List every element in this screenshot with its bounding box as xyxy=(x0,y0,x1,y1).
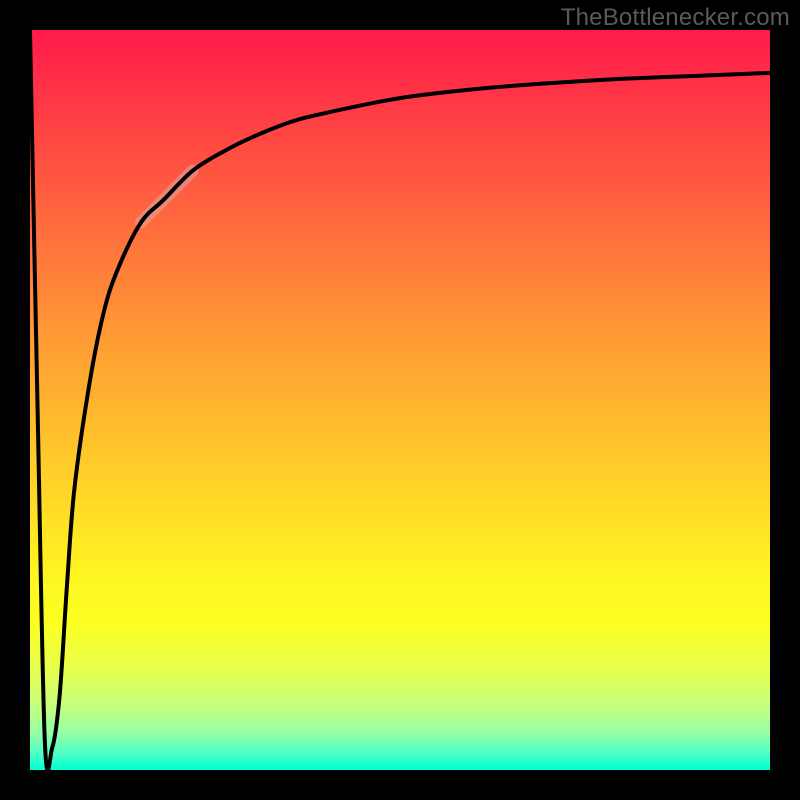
bottleneck-curve xyxy=(30,30,770,770)
plot-area xyxy=(30,30,770,770)
curve-layer xyxy=(30,30,770,770)
chart-frame: TheBottlenecker.com xyxy=(0,0,800,800)
watermark-text: TheBottlenecker.com xyxy=(561,4,790,32)
